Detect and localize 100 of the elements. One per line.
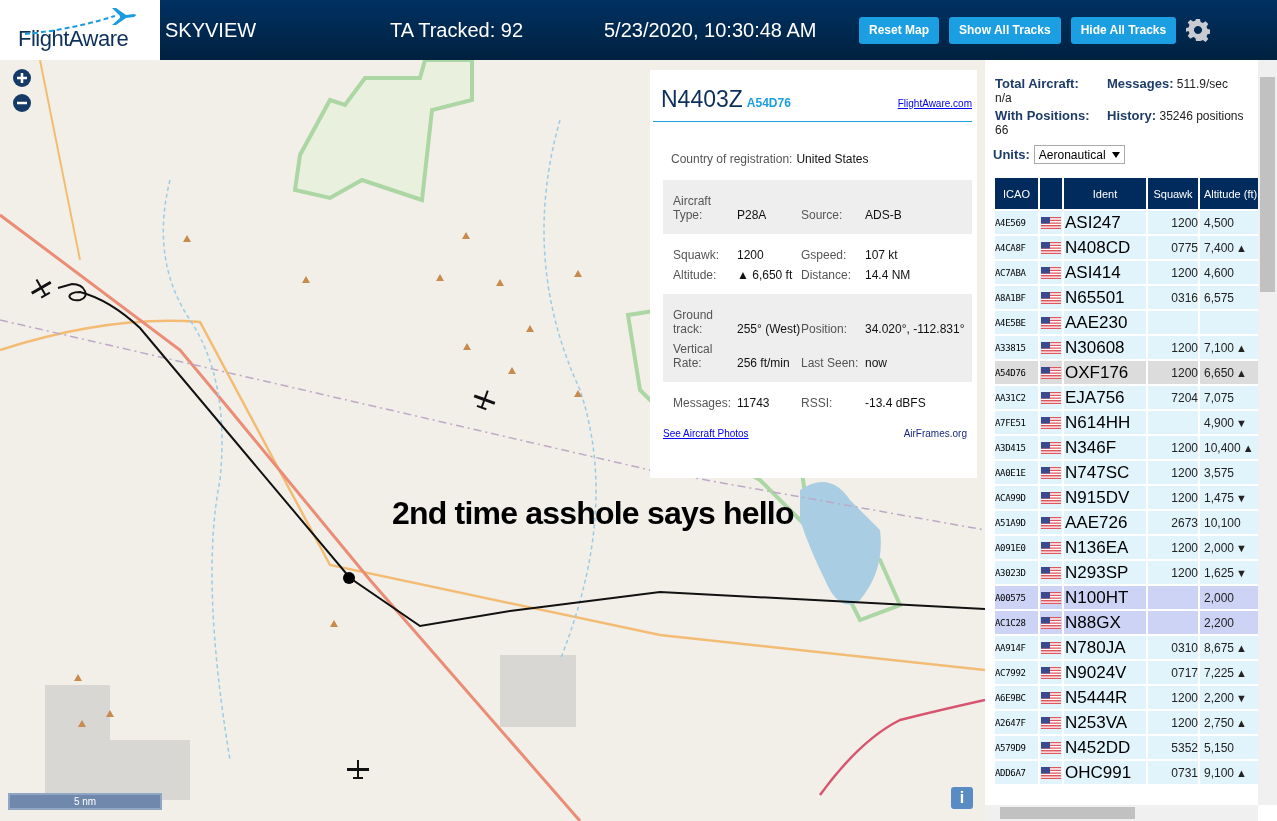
table-cell: 5,150 xyxy=(1200,736,1259,759)
aircraft-row[interactable]: A091E0 N136EA 1200 2,000 ▼ xyxy=(995,536,1277,559)
aircraft-row[interactable]: AA0E1E N747SC 1200 3,575 xyxy=(995,461,1277,484)
table-cell: N408CD xyxy=(1064,236,1146,259)
units-label: Units: xyxy=(993,147,1030,162)
field-value: 1200 xyxy=(737,247,765,262)
field-value: P28A xyxy=(737,207,768,222)
table-cell xyxy=(1148,611,1198,634)
aircraft-row[interactable]: AA31C2 EJA756 7204 7,075 xyxy=(995,386,1277,409)
table-cell: A7FE51 xyxy=(995,411,1038,434)
table-cell: AA31C2 xyxy=(995,386,1038,409)
photos-link[interactable]: See Aircraft Photos xyxy=(663,428,749,439)
field-value: 255° (West) xyxy=(737,321,801,336)
zoom-out-icon[interactable] xyxy=(13,94,31,112)
airframes-link[interactable]: AirFrames.org xyxy=(903,428,967,439)
aircraft-row[interactable]: A51A9D AAE726 2673 10,100 xyxy=(995,511,1277,534)
table-cell: A54D76 xyxy=(995,361,1038,384)
aircraft-row[interactable]: A4CA8F N408CD 0775 7,400 ▲ xyxy=(995,236,1277,259)
column-header[interactable]: ICAO xyxy=(995,178,1038,209)
aircraft-row[interactable]: AC7ABA ASI414 1200 4,600 xyxy=(995,261,1277,284)
aircraft-row[interactable]: AC7992 N9024V 0717 7,225 ▲ xyxy=(995,661,1277,684)
column-header[interactable]: Ident xyxy=(1064,178,1146,209)
table-cell: AA914F xyxy=(995,636,1038,659)
info-button[interactable]: i xyxy=(951,787,973,809)
units-dropdown[interactable]: Aeronautical xyxy=(1033,145,1125,164)
table-cell: ACA99D xyxy=(995,486,1038,509)
table-cell: A091E0 xyxy=(995,536,1038,559)
flag-icon xyxy=(1041,291,1061,304)
aircraft-row[interactable]: AA914F N780JA 0310 8,675 ▲ xyxy=(995,636,1277,659)
aircraft-row[interactable]: A7FE51 N614HH 4,900 ▼ xyxy=(995,411,1277,434)
table-cell: 8,675 ▲ xyxy=(1200,636,1259,659)
flag-icon xyxy=(1041,341,1061,354)
flightaware-link[interactable]: FlightAware.com xyxy=(897,98,972,109)
table-cell: EJA756 xyxy=(1064,386,1146,409)
aircraft-row[interactable]: A3D415 N346F 1200 10,400 ▲ xyxy=(995,436,1277,459)
aircraft-row[interactable]: ADD6A7 OHC991 0731 9,100 ▲ xyxy=(995,761,1277,784)
field-label: Source: xyxy=(801,207,844,222)
flightaware-logo[interactable]: FlightAware xyxy=(0,0,160,60)
app-title: SKYVIEW xyxy=(165,18,258,42)
table-cell: 1200 xyxy=(1148,261,1198,284)
table-cell: N88GX xyxy=(1064,611,1146,634)
flag-icon xyxy=(1041,241,1061,254)
aircraft-row[interactable]: A4E5BE AAE230 xyxy=(995,311,1277,334)
flag-icon xyxy=(1041,616,1061,629)
flag-icon xyxy=(1041,566,1061,579)
table-cell: 6,650 ▲ xyxy=(1200,361,1259,384)
table-cell: AC1C28 xyxy=(995,611,1038,634)
table-cell: ASI414 xyxy=(1064,261,1146,284)
flag-icon xyxy=(1041,516,1061,529)
table-cell: AA0E1E xyxy=(995,461,1038,484)
table-cell: 7,100 ▲ xyxy=(1200,336,1259,359)
aircraft-row[interactable]: A6E9BC N5444R 1200 2,200 ▼ xyxy=(995,686,1277,709)
table-cell xyxy=(1148,586,1198,609)
logo-text: FlightAware xyxy=(18,26,129,52)
table-cell: A33815 xyxy=(995,336,1038,359)
table-cell: 0717 xyxy=(1148,661,1198,684)
aircraft-row[interactable]: AC1C28 N88GX 2,200 xyxy=(995,611,1277,634)
date-time: 5/23/2020, 10:30:48 AM xyxy=(604,18,818,42)
aircraft-row[interactable]: A2647F N253VA 1200 2,750 ▲ xyxy=(995,711,1277,734)
field-label: RSSI: xyxy=(801,395,834,410)
scrollbar[interactable] xyxy=(1258,60,1277,805)
table-cell: 1,625 ▼ xyxy=(1200,561,1259,584)
aircraft-row[interactable]: A00575 N100HT 2,000 xyxy=(995,586,1277,609)
table-cell: A8A1BF xyxy=(995,286,1038,309)
table-cell: 2,750 ▲ xyxy=(1200,711,1259,734)
scrollbar[interactable] xyxy=(985,805,1258,821)
flag-icon xyxy=(1041,741,1061,754)
aircraft-row[interactable]: ACA99D N915DV 1200 1,475 ▼ xyxy=(995,486,1277,509)
aircraft-row[interactable]: A3023D N293SP 1200 1,625 ▼ xyxy=(995,561,1277,584)
stat-label: With Positions: xyxy=(995,108,1090,123)
table-cell: N253VA xyxy=(1064,711,1146,734)
column-header[interactable]: Squawk xyxy=(1148,178,1198,209)
field-value: 34.020°, -112.831° xyxy=(865,321,966,336)
table-cell: 2,000 ▼ xyxy=(1200,536,1259,559)
aircraft-row[interactable]: A4E569 ASI247 1200 4,500 xyxy=(995,211,1277,234)
aircraft-row[interactable]: A579D9 N452DD 5352 5,150 xyxy=(995,736,1277,759)
table-cell: 2,000 xyxy=(1200,586,1259,609)
table-cell: AAE726 xyxy=(1064,511,1146,534)
stat-label: History: xyxy=(1107,108,1157,123)
field-value: now xyxy=(865,355,888,370)
scale-bar: 5 nm xyxy=(8,793,162,810)
flag-icon xyxy=(1041,366,1061,379)
table-cell: N452DD xyxy=(1064,736,1146,759)
column-header[interactable]: Altitude (ft) xyxy=(1200,178,1259,209)
aircraft-row[interactable]: A33815 N30608 1200 7,100 ▲ xyxy=(995,336,1277,359)
table-cell: 1200 xyxy=(1148,486,1198,509)
settings-icon[interactable] xyxy=(1186,18,1211,42)
field-value: ADS-B xyxy=(865,207,903,222)
table-cell: ASI247 xyxy=(1064,211,1146,234)
table-cell: A3023D xyxy=(995,561,1038,584)
table-cell: 7204 xyxy=(1148,386,1198,409)
table-cell xyxy=(1200,311,1259,334)
aircraft-row[interactable]: A54D76 OXF176 1200 6,650 ▲ xyxy=(995,361,1277,384)
flag-icon xyxy=(1041,441,1061,454)
field-label: Vertical Rate: xyxy=(673,341,714,370)
flag-icon xyxy=(1041,391,1061,404)
table-cell: 1200 xyxy=(1148,561,1198,584)
aircraft-row[interactable]: A8A1BF N65501 0316 6,575 xyxy=(995,286,1277,309)
zoom-in-icon[interactable] xyxy=(13,69,31,87)
table-cell: N915DV xyxy=(1064,486,1146,509)
